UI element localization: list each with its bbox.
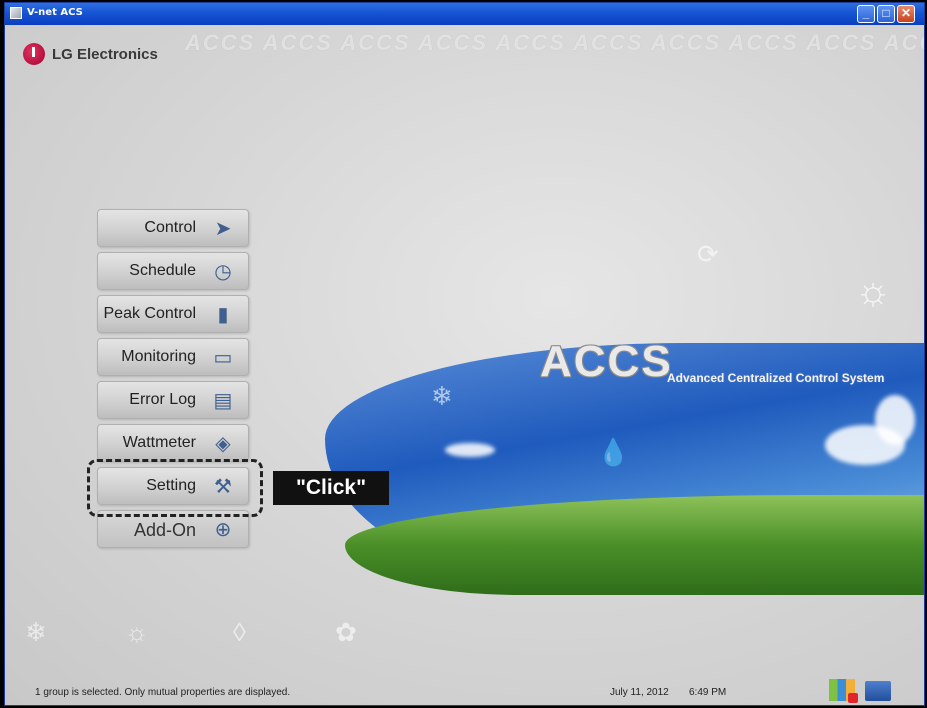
clock-icon: ◷ xyxy=(214,261,232,283)
maximize-icon: □ xyxy=(882,6,890,20)
cloud-icon xyxy=(875,395,915,445)
status-time: 6:49 PM xyxy=(689,687,727,698)
plus-circle-icon: ⊕ xyxy=(214,519,232,541)
minimize-icon: _ xyxy=(862,6,870,20)
click-callout: "Click" xyxy=(273,471,389,505)
cloud-icon xyxy=(445,443,495,457)
main-content: ACCS ACCS ACCS ACCS ACCS ACCS ACCS ACCS … xyxy=(5,25,924,705)
close-button[interactable]: ✕ xyxy=(897,5,915,23)
snowflake-icon: ❄ xyxy=(431,381,453,411)
title-bar[interactable]: V-net ACS _ □ ✕ xyxy=(5,3,924,25)
menu-item-control[interactable]: Control ➤ xyxy=(97,209,249,247)
maximize-button[interactable]: □ xyxy=(877,5,895,23)
menu-item-label: Control xyxy=(144,219,196,236)
brand-name: LG Electronics xyxy=(52,46,158,63)
menu-item-error-log[interactable]: Error Log ▤ xyxy=(97,381,249,419)
menu-item-monitoring[interactable]: Monitoring ▭ xyxy=(97,338,249,376)
minimize-button[interactable]: _ xyxy=(857,5,875,23)
app-window: V-net ACS _ □ ✕ ACCS ACCS ACCS ACCS ACCS… xyxy=(4,2,925,706)
fan-icon: ✿ xyxy=(335,617,357,647)
menu-item-label: Error Log xyxy=(129,391,196,408)
status-date: July 11, 2012 xyxy=(610,687,669,698)
power-deco-icon: ⟳ xyxy=(697,239,719,269)
snowflake-icon: ❄ xyxy=(25,617,47,647)
droplet-outline-icon: ◊ xyxy=(233,617,246,647)
sun-icon: ☼ xyxy=(854,269,892,313)
sun-outline-icon: ☼ xyxy=(125,617,149,647)
menu-item-peak-control[interactable]: Peak Control ▮ xyxy=(97,295,249,333)
app-icon[interactable] xyxy=(10,7,22,19)
setting-highlight-box xyxy=(87,459,263,517)
header-watermark: ACCS ACCS ACCS ACCS ACCS ACCS ACCS ACCS … xyxy=(185,33,924,55)
droplet-icon: 💧 xyxy=(597,437,630,467)
wattmeter-icon: ◈ xyxy=(215,433,231,455)
menu-item-schedule[interactable]: Schedule ◷ xyxy=(97,252,249,290)
window-title: V-net ACS xyxy=(27,7,83,18)
status-message: 1 group is selected. Only mutual propert… xyxy=(35,687,291,698)
menu-item-label: Add-On xyxy=(133,520,196,540)
control-icon: ➤ xyxy=(214,218,232,240)
monitor-icon: ▭ xyxy=(213,347,233,369)
accs-subtitle: Advanced Centralized Control System xyxy=(667,371,885,385)
status-bar: 1 group is selected. Only mutual propert… xyxy=(5,673,924,705)
menu-item-label: Schedule xyxy=(129,262,196,279)
menu-item-label: Wattmeter xyxy=(122,434,196,451)
menu-item-label: Peak Control xyxy=(103,305,197,322)
menu-item-label: Monitoring xyxy=(121,348,196,365)
bar-graph-icon: ▮ xyxy=(217,304,229,326)
accs-logo: ACCS xyxy=(540,337,673,386)
group-status-icon[interactable] xyxy=(829,679,858,703)
lg-logo-icon xyxy=(23,43,45,65)
error-log-icon: ▤ xyxy=(213,390,233,412)
close-icon: ✕ xyxy=(900,6,912,20)
menu-item-wattmeter[interactable]: Wattmeter ◈ xyxy=(97,424,249,462)
network-status-icon[interactable] xyxy=(865,681,891,701)
